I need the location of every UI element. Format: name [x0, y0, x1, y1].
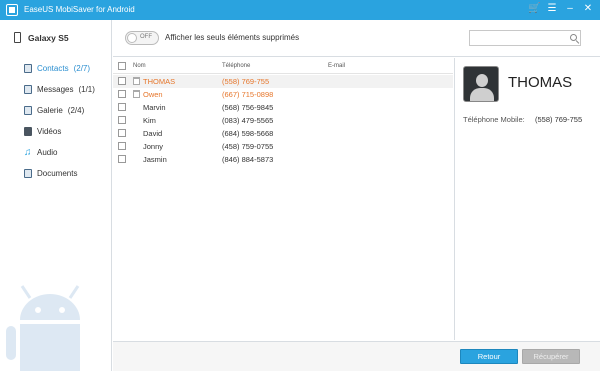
back-button[interactable]: Retour — [460, 349, 518, 364]
table-header: Nom Téléphone E-mail — [113, 58, 453, 74]
row-checkbox[interactable] — [118, 103, 126, 111]
toolbar: OFF Afficher les seuls éléments supprimé… — [113, 20, 600, 57]
cell-phone: (558) 769-755 — [222, 77, 270, 86]
sidebar-item-label: Audio — [37, 148, 58, 157]
toggle-state: OFF — [140, 34, 152, 40]
sidebar-item-contacts[interactable]: Contacts (2/7) — [24, 58, 95, 79]
cell-phone: (667) 715-0898 — [222, 90, 274, 99]
cell-phone: (083) 479-5565 — [222, 116, 274, 125]
sidebar-item-messages[interactable]: Messages (1/1) — [24, 79, 95, 100]
cell-name: David — [143, 129, 163, 138]
sidebar-item-label: Vidéos — [37, 127, 62, 136]
trash-icon — [133, 90, 140, 98]
sidebar-item-label: Galerie — [37, 106, 63, 115]
messages-icon — [24, 85, 32, 94]
app-logo-icon — [6, 4, 18, 16]
search-icon[interactable] — [570, 34, 577, 41]
sidebar-item-documents[interactable]: Documents — [24, 163, 95, 184]
trash-icon — [133, 77, 140, 85]
table-row[interactable]: Marvin (568) 756-9845 — [113, 101, 453, 114]
sidebar-item-count: (2/7) — [73, 64, 91, 73]
minimize-icon[interactable]: – — [564, 3, 576, 15]
recover-button[interactable]: Récupérer — [522, 349, 580, 364]
audio-icon: ♫ — [24, 147, 32, 158]
cell-name: Jasmin — [143, 155, 167, 164]
cell-phone: (458) 759-0755 — [222, 142, 274, 151]
row-checkbox[interactable] — [118, 77, 126, 85]
detail-phone-label: Téléphone Mobile: — [463, 115, 525, 124]
detail-phone-value: (558) 769-755 — [535, 115, 583, 124]
row-checkbox[interactable] — [118, 142, 126, 150]
close-icon[interactable]: ✕ — [582, 3, 594, 15]
sidebar-item-label: Messages — [37, 85, 74, 94]
gallery-icon — [24, 106, 32, 115]
window-title: EaseUS MobiSaver for Android — [24, 5, 135, 14]
device-header: Galaxy S5 — [14, 32, 69, 43]
device-name: Galaxy S5 — [28, 32, 69, 43]
detail-name: THOMAS — [508, 74, 573, 91]
phone-icon — [14, 32, 21, 43]
sidebar-item-video[interactable]: Vidéos — [24, 121, 95, 142]
documents-icon — [24, 169, 32, 178]
avatar — [463, 66, 499, 102]
contacts-icon — [24, 64, 32, 73]
cell-phone: (846) 884-5873 — [222, 155, 274, 164]
cell-name: Jonny — [143, 142, 164, 151]
row-checkbox[interactable] — [118, 90, 126, 98]
select-all-checkbox[interactable] — [118, 62, 126, 70]
android-watermark-icon — [6, 285, 80, 371]
cell-name: Kim — [143, 116, 156, 125]
toggle-label: Afficher les seuls éléments supprimés — [165, 33, 300, 42]
row-checkbox[interactable] — [118, 116, 126, 124]
sidebar-item-audio[interactable]: ♫ Audio — [24, 142, 95, 163]
table-row[interactable]: Owen (667) 715-0898 — [113, 88, 453, 101]
column-phone[interactable]: Téléphone — [222, 63, 250, 69]
sidebar: Galaxy S5 Contacts (2/7) Messages (1/1) Gale… — [0, 20, 112, 371]
cell-name: Marvin — [143, 103, 166, 112]
deleted-only-toggle[interactable]: OFF — [125, 31, 159, 45]
table-row[interactable]: Kim (083) 479-5565 — [113, 114, 453, 127]
column-email[interactable]: E-mail — [328, 63, 345, 69]
footer: Retour Récupérer — [113, 341, 600, 371]
sidebar-item-label: Documents — [37, 169, 78, 178]
sidebar-item-gallery[interactable]: Galerie (2/4) — [24, 100, 95, 121]
contact-detail: THOMAS Téléphone Mobile: (558) 769-755 — [454, 58, 600, 340]
video-icon — [24, 127, 32, 136]
category-nav: Contacts (2/7) Messages (1/1) Galerie (2/4) Vi… — [24, 58, 95, 184]
table-row[interactable]: Jonny (458) 759-0755 — [113, 140, 453, 153]
sidebar-item-count: (2/4) — [67, 106, 85, 115]
table-row[interactable]: THOMAS (558) 769-755 — [113, 75, 453, 88]
cell-name: THOMAS — [143, 77, 176, 86]
column-name[interactable]: Nom — [133, 63, 146, 69]
cell-name: Owen — [143, 90, 163, 99]
menu-icon[interactable]: ☰ — [546, 3, 558, 15]
table-row[interactable]: Jasmin (846) 884-5873 — [113, 153, 453, 166]
table-row[interactable]: David (684) 598-5668 — [113, 127, 453, 140]
row-checkbox[interactable] — [118, 155, 126, 163]
search-input[interactable] — [469, 30, 581, 46]
toggle-knob — [127, 33, 137, 43]
cart-icon[interactable]: 🛒 — [528, 3, 540, 15]
row-checkbox[interactable] — [118, 129, 126, 137]
detail-phone-row: Téléphone Mobile: (558) 769-755 — [463, 115, 582, 124]
sidebar-item-count: (1/1) — [78, 85, 95, 94]
title-bar: EaseUS MobiSaver for Android 🛒 ☰ – ✕ — [0, 0, 600, 20]
sidebar-item-label: Contacts — [37, 64, 69, 73]
cell-phone: (568) 756-9845 — [222, 103, 274, 112]
cell-phone: (684) 598-5668 — [222, 129, 274, 138]
contacts-table: Nom Téléphone E-mail THOMAS (558) 769-755… — [113, 58, 453, 340]
